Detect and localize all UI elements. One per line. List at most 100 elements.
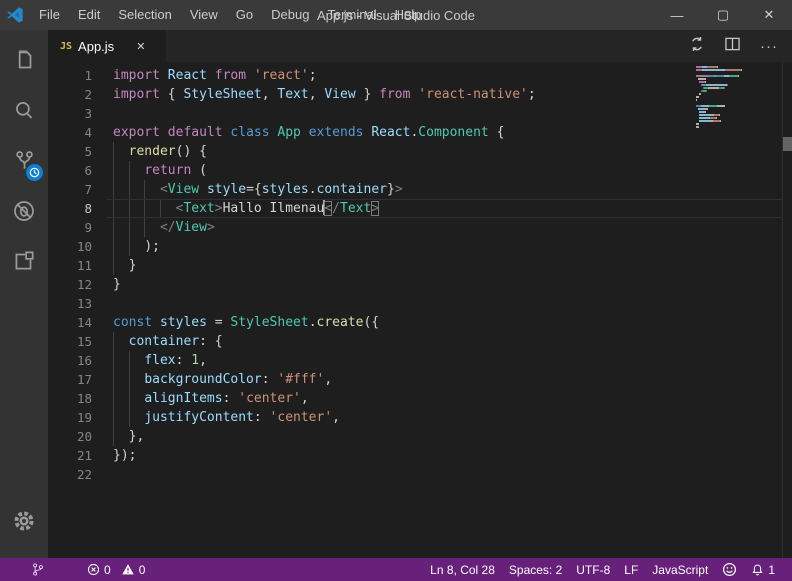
minimap-line xyxy=(696,117,782,119)
split-editor-icon[interactable] xyxy=(725,37,740,56)
indent-guide xyxy=(113,332,114,351)
code-text: container: { xyxy=(113,332,782,351)
more-actions-icon[interactable]: ··· xyxy=(760,38,778,55)
code-line[interactable]: 16 flex: 1, xyxy=(48,351,782,370)
eol-sequence[interactable]: LF xyxy=(617,558,645,581)
menu-debug[interactable]: Debug xyxy=(262,0,318,30)
code-line[interactable]: 4export default class App extends React.… xyxy=(48,123,782,142)
search-icon[interactable] xyxy=(0,88,48,134)
minimize-button[interactable]: — xyxy=(654,0,700,30)
close-button[interactable]: ✕ xyxy=(746,0,792,30)
cursor-position[interactable]: Ln 8, Col 28 xyxy=(423,558,502,581)
code-line[interactable]: 12} xyxy=(48,275,782,294)
line-number: 2 xyxy=(48,85,92,104)
menu-edit[interactable]: Edit xyxy=(69,0,109,30)
menu-view[interactable]: View xyxy=(181,0,227,30)
line-number: 1 xyxy=(48,66,92,85)
indent-guide xyxy=(129,218,130,237)
code-line[interactable]: 11 } xyxy=(48,256,782,275)
menu-help[interactable]: Help xyxy=(386,0,431,30)
sync-progress-badge xyxy=(26,164,43,181)
notifications-bell-icon[interactable]: 1 xyxy=(744,558,782,581)
code-line[interactable]: 6 return ( xyxy=(48,161,782,180)
code-text xyxy=(113,294,782,313)
code-line[interactable]: 21}); xyxy=(48,446,782,465)
code-line[interactable]: 9 </View> xyxy=(48,218,782,237)
error-count: 0 xyxy=(104,563,111,577)
code-line[interactable]: 10 ); xyxy=(48,237,782,256)
indentation[interactable]: Spaces: 2 xyxy=(502,558,569,581)
extensions-icon[interactable] xyxy=(0,238,48,284)
code-line[interactable]: 17 backgroundColor: '#fff', xyxy=(48,370,782,389)
overview-ruler[interactable] xyxy=(782,62,792,558)
code-text: <View style={styles.container}> xyxy=(113,180,782,199)
code-text: } xyxy=(113,256,782,275)
code-text: export default class App extends React.C… xyxy=(113,123,782,142)
minimap-line xyxy=(696,126,782,128)
indent-guide xyxy=(144,180,145,199)
menu-file[interactable]: File xyxy=(30,0,69,30)
explorer-icon[interactable] xyxy=(0,38,48,84)
tab-appjs[interactable]: JS App.js ✕ xyxy=(48,30,166,62)
language-mode[interactable]: JavaScript xyxy=(645,558,715,581)
indent-guide xyxy=(113,218,114,237)
line-number: 11 xyxy=(48,256,92,275)
line-number: 6 xyxy=(48,161,92,180)
sync-changes-icon[interactable] xyxy=(689,36,705,57)
code-editor[interactable]: 1 import React from 'react'; 2 import { Sty… xyxy=(48,62,792,558)
debug-icon[interactable] xyxy=(0,188,48,234)
code-line[interactable]: 2 import { StyleSheet, Text, View } from … xyxy=(48,85,782,104)
menu-go[interactable]: Go xyxy=(227,0,262,30)
minimap-line xyxy=(696,120,782,122)
line-number: 15 xyxy=(48,332,92,351)
source-control-icon[interactable] xyxy=(0,138,48,184)
indent-guide xyxy=(129,370,130,389)
git-branch-icon[interactable] xyxy=(24,558,52,581)
code-text: }); xyxy=(113,446,782,465)
code-line[interactable]: 5 render() { xyxy=(48,142,782,161)
js-file-icon: JS xyxy=(60,41,72,52)
status-bar: 0 0 Ln 8, Col 28 Spaces: 2 UTF-8 LF Java… xyxy=(0,558,792,581)
code-line[interactable]: 15 container: { xyxy=(48,332,782,351)
code-line[interactable]: 3 xyxy=(48,104,782,123)
menu-selection[interactable]: Selection xyxy=(109,0,180,30)
indent-guide xyxy=(113,237,114,256)
code-line[interactable]: 20 }, xyxy=(48,427,782,446)
code-line[interactable]: 22 xyxy=(48,465,782,484)
feedback-smiley-icon[interactable] xyxy=(715,558,744,581)
code-line[interactable]: 8 <Text>Hallo Ilmenau</Text> xyxy=(48,199,782,218)
problems-indicator[interactable]: 0 0 xyxy=(80,558,152,581)
encoding[interactable]: UTF-8 xyxy=(569,558,617,581)
settings-gear-icon[interactable] xyxy=(0,498,48,544)
indent-guide xyxy=(113,408,114,427)
minimap-line xyxy=(696,90,782,92)
minimap-line xyxy=(696,111,782,113)
minimap-line xyxy=(696,81,782,83)
code-line[interactable]: 19 justifyContent: 'center', xyxy=(48,408,782,427)
code-line[interactable]: 1 import React from 'react'; xyxy=(48,66,782,85)
minimap-line xyxy=(696,78,782,80)
code-text: flex: 1, xyxy=(113,351,782,370)
code-text: backgroundColor: '#fff', xyxy=(113,370,782,389)
title-bar: FileEditSelectionViewGoDebugTerminalHelp… xyxy=(0,0,792,30)
code-line[interactable]: 7 <View style={styles.container}> xyxy=(48,180,782,199)
code-text: render() { xyxy=(113,142,782,161)
maximize-button[interactable]: ▢ xyxy=(700,0,746,30)
code-text: <Text>Hallo Ilmenau</Text> xyxy=(113,199,782,218)
code-lines: 1 import React from 'react'; 2 import { Sty… xyxy=(48,66,782,484)
line-number: 20 xyxy=(48,427,92,446)
window-controls: — ▢ ✕ xyxy=(654,0,792,30)
menu-terminal[interactable]: Terminal xyxy=(318,0,385,30)
line-number: 3 xyxy=(48,104,92,123)
code-line[interactable]: 14const styles = StyleSheet.create({ xyxy=(48,313,782,332)
code-text: import { StyleSheet, Text, View } from '… xyxy=(113,85,782,104)
tab-close-icon[interactable]: ✕ xyxy=(136,40,145,53)
code-line[interactable]: 18 alignItems: 'center', xyxy=(48,389,782,408)
indent-guide xyxy=(144,218,145,237)
indent-guide xyxy=(113,142,114,161)
code-line[interactable]: 13 xyxy=(48,294,782,313)
code-text: import React from 'react'; xyxy=(113,66,782,85)
minimap[interactable] xyxy=(696,66,782,132)
line-number: 22 xyxy=(48,465,92,484)
indent-guide xyxy=(113,161,114,180)
